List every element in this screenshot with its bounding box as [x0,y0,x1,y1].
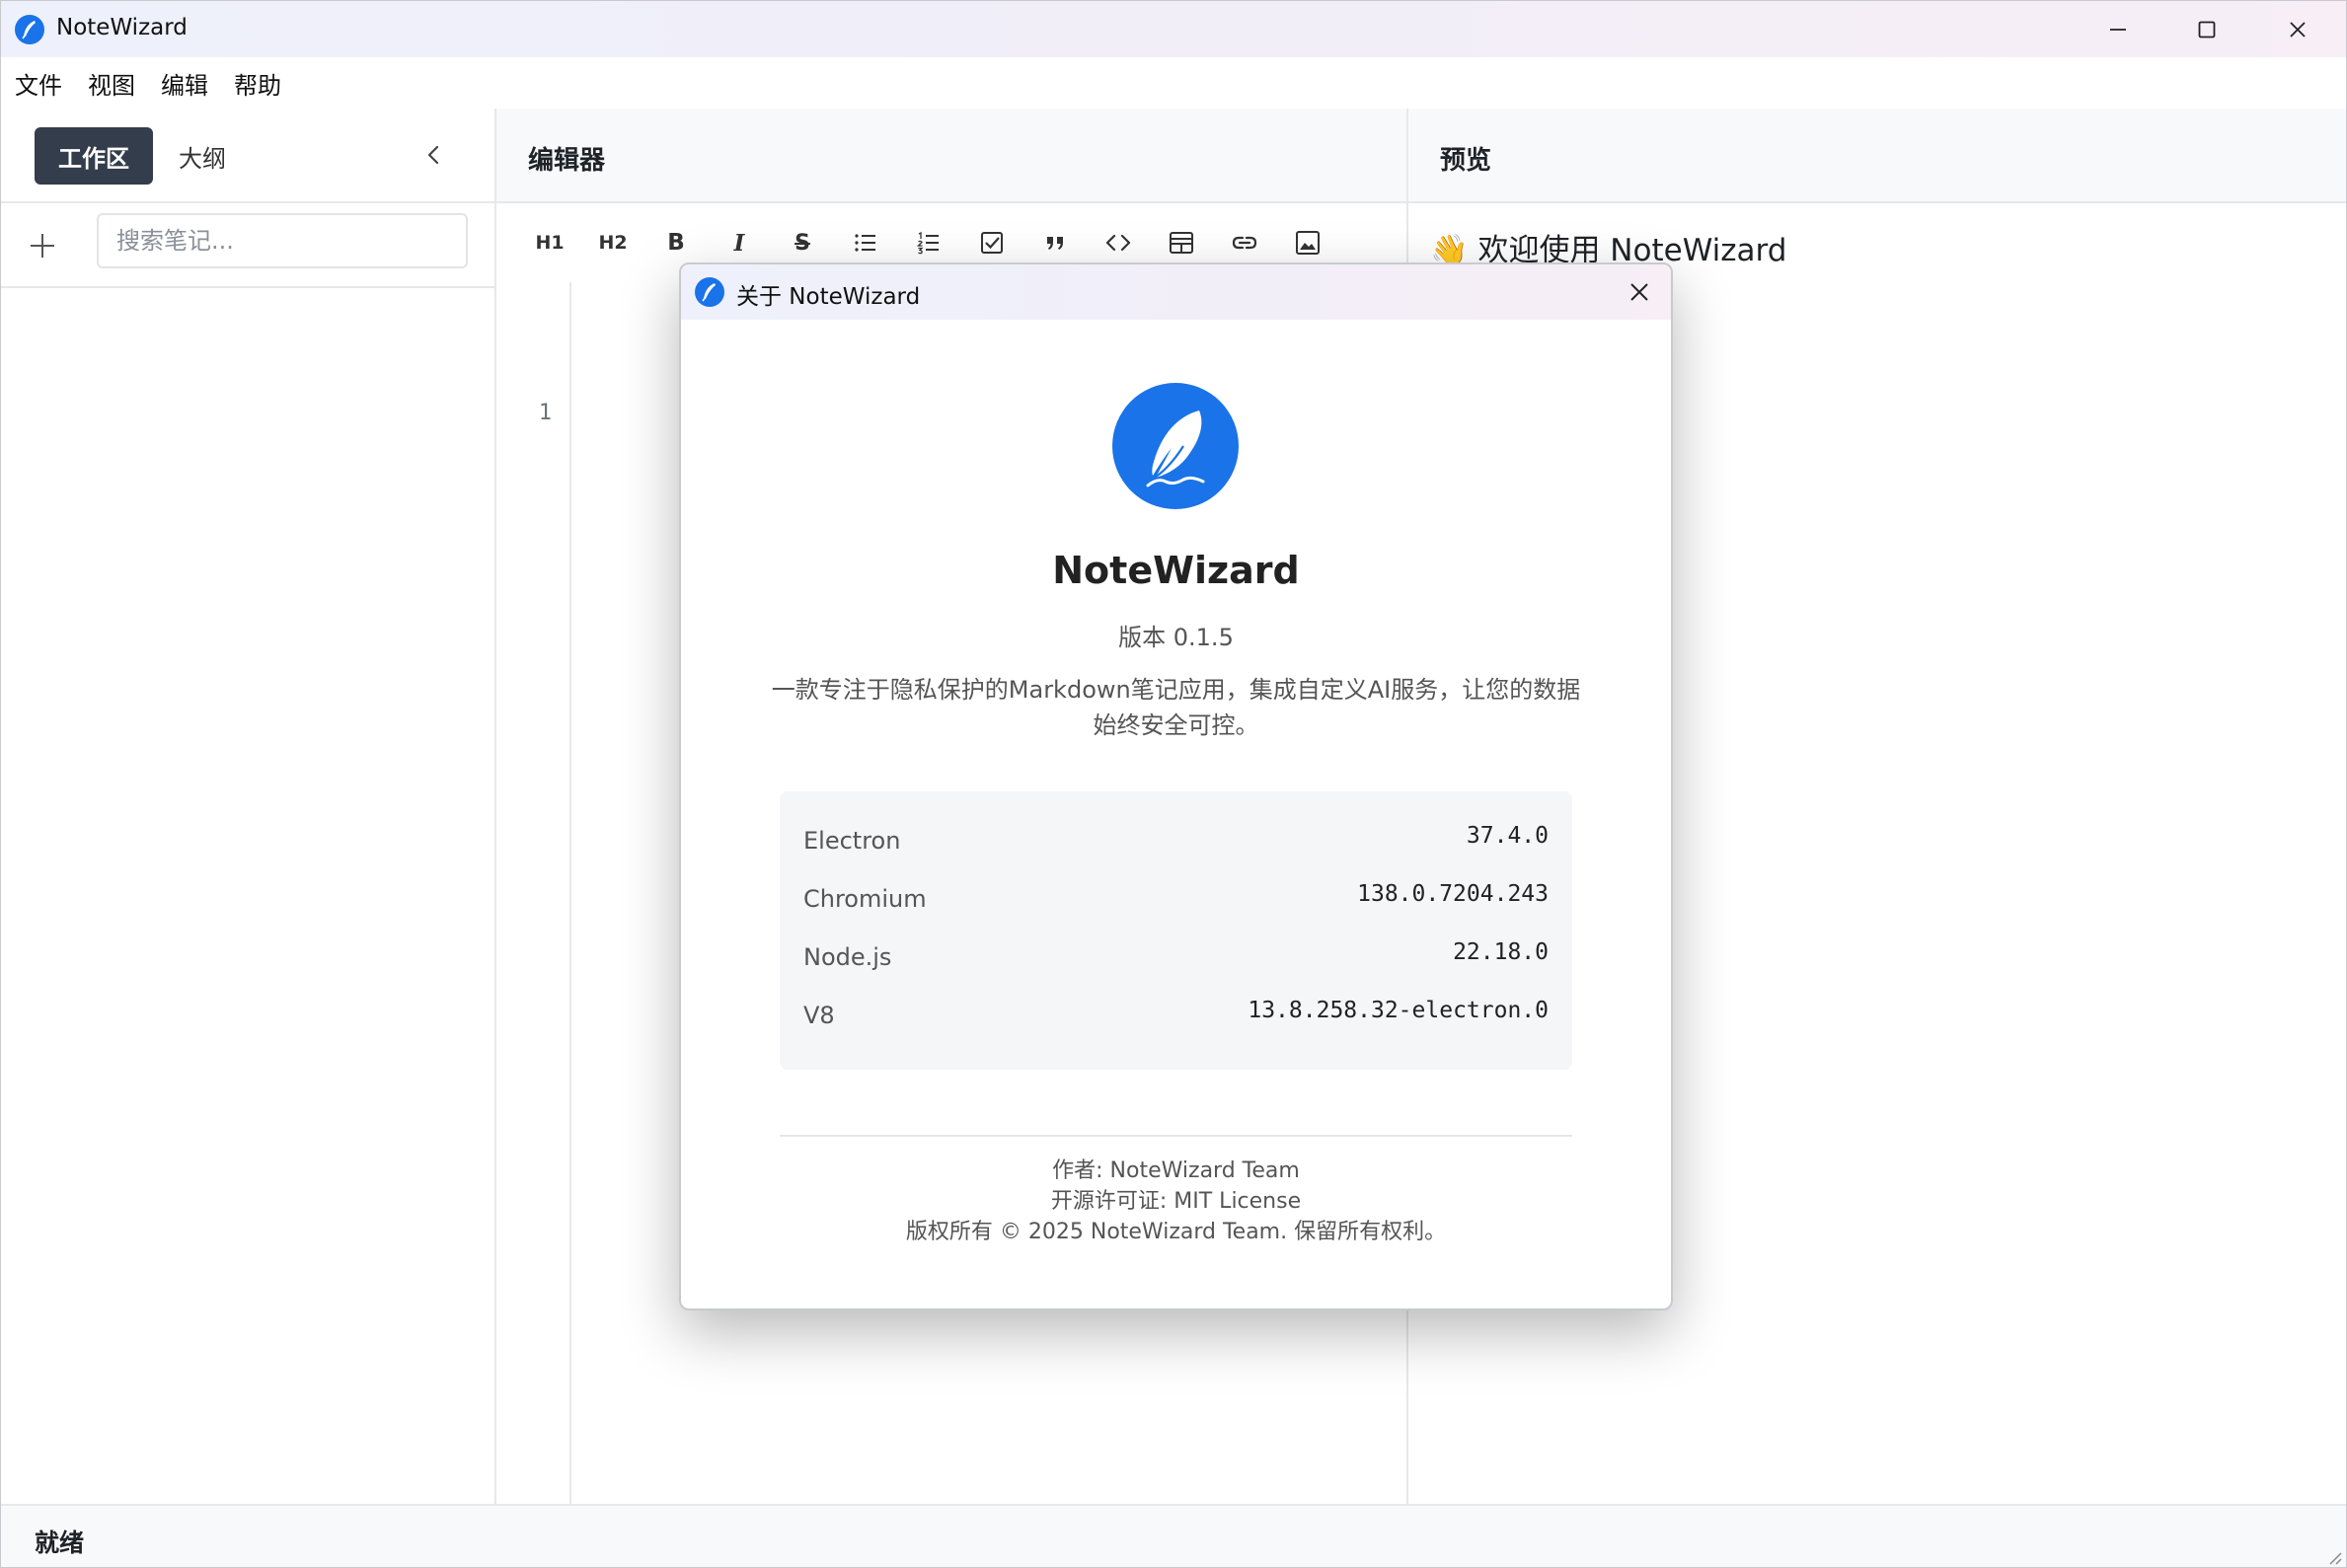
version-row: Electron 37.4.0 [780,823,1572,862]
code-button[interactable] [1098,223,1138,262]
divider [780,1135,1572,1137]
resize-grip-icon[interactable] [2324,1547,2342,1565]
maximize-button[interactable] [2162,1,2251,57]
version-value: 22.18.0 [1453,939,1549,965]
app-logo-icon [15,15,44,44]
about-license: 开源许可证: MIT License [1050,1189,1302,1214]
strikethrough-button[interactable]: S [783,223,822,262]
menu-file[interactable]: 文件 [15,66,62,101]
line-gutter: 1 [496,282,571,1504]
dialog-logo-icon [695,277,724,307]
minimize-icon [2110,28,2126,31]
ordered-list-button[interactable] [909,223,948,262]
version-label: V8 [803,1002,835,1029]
preview-title: 预览 [1440,146,1492,176]
quote-icon [1047,237,1063,250]
link-button[interactable] [1225,223,1264,262]
version-label: Node.js [803,943,892,971]
about-author: 作者: NoteWizard Team [1052,1158,1300,1183]
status-text: 就绪 [35,1529,85,1557]
tab-workspace[interactable]: 工作区 [35,127,153,185]
version-row: V8 13.8.258.32-electron.0 [780,998,1572,1037]
sidebar-tabs: 工作区 大纲 [1,109,494,203]
editor-header: 编辑器 [496,109,1406,203]
about-dialog-title: 关于 NoteWizard [736,284,921,310]
chevron-left-icon[interactable] [419,140,449,170]
status-bar: 就绪 [1,1504,2346,1567]
tab-outline[interactable]: 大纲 [179,127,226,185]
version-row: Node.js 22.18.0 [780,939,1572,979]
checkbox-icon [981,232,1003,254]
about-dialog: 关于 NoteWizard NoteWizard 版本 0.1.5 一款专注于隐… [679,262,1673,1310]
italic-button[interactable]: I [719,223,759,262]
quote-button[interactable] [1035,223,1075,262]
editor-title: 编辑器 [528,146,606,176]
about-app-name: NoteWizard [1052,549,1300,592]
menu-bar: 文件 视图 编辑 帮助 [1,57,2346,109]
bold-button[interactable]: B [656,223,696,262]
ordered-list-icon [916,231,939,255]
menu-edit[interactable]: 编辑 [161,66,208,101]
about-description: 一款专注于隐私保护的Markdown笔记应用，集成自定义AI服务，让您的数据始终… [771,676,1581,739]
heading2-button[interactable]: H2 [593,223,633,262]
close-icon [2290,21,2306,37]
code-icon [1105,234,1131,252]
version-row: Chromium 138.0.7204.243 [780,881,1572,921]
version-label: Chromium [803,885,927,913]
add-note-icon[interactable] [25,228,60,263]
about-dialog-close-button[interactable] [1622,274,1657,310]
heading1-button[interactable]: H1 [530,223,569,262]
feather-logo-icon [1112,383,1239,509]
minimize-button[interactable] [2074,1,2162,57]
menu-view[interactable]: 视图 [88,66,135,101]
close-button[interactable] [2253,1,2342,57]
version-value: 13.8.258.32-electron.0 [1248,998,1549,1023]
close-icon [1630,283,1648,301]
app-window: NoteWizard 文件 视图 编辑 帮助 工作区 大纲 编辑器 [0,0,2347,1568]
sidebar: 工作区 大纲 [1,109,496,1504]
version-value: 37.4.0 [1466,823,1549,849]
window-title: NoteWizard [56,15,188,40]
line-number: 1 [538,401,552,425]
preview-header: 预览 [1408,109,2346,203]
about-version: 版本 0.1.5 [1118,624,1234,651]
image-icon [1296,231,1320,255]
link-icon [1232,236,1257,250]
version-label: Electron [803,827,901,855]
version-value: 138.0.7204.243 [1357,881,1549,907]
bullet-list-button[interactable] [846,223,885,262]
search-input[interactable] [97,213,468,268]
title-bar[interactable]: NoteWizard [1,1,2346,57]
bullet-list-icon [855,234,875,252]
table-button[interactable] [1162,223,1201,262]
version-info-box: Electron 37.4.0 Chromium 138.0.7204.243 … [780,791,1572,1070]
about-copyright: 版权所有 © 2025 NoteWizard Team. 保留所有权利。 [905,1220,1447,1244]
about-dialog-titlebar[interactable]: 关于 NoteWizard [681,264,1671,320]
maximize-icon [2198,21,2216,37]
image-button[interactable] [1288,223,1327,262]
checkbox-button[interactable] [972,223,1012,262]
table-icon [1170,232,1193,254]
menu-help[interactable]: 帮助 [234,66,281,101]
